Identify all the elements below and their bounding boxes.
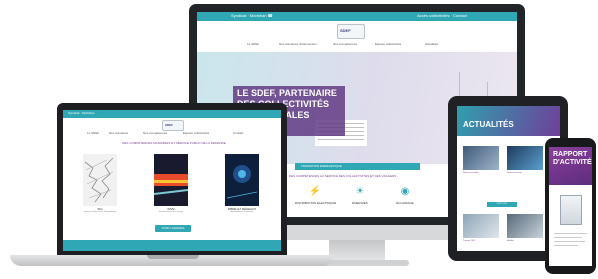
imac-topbar: Syndicat · Morbihan ☎ Accès collectivité… <box>197 12 517 21</box>
card-subtitle: Infrastructures de recharge <box>158 211 183 213</box>
laptop-topbar: Syndicat · Morbihan <box>63 110 281 118</box>
map-card-image[interactable] <box>83 154 117 206</box>
tablet-hero-title: ACTUALITÉS <box>463 120 514 129</box>
banner-label: TRANSITION ENERGETIQUE <box>301 164 342 168</box>
news-thumb[interactable] <box>463 146 499 170</box>
agenda-button-label: VOIR L'AGENDA <box>161 226 185 230</box>
nav-item[interactable]: Nos compétences <box>333 42 357 46</box>
nav-item[interactable]: Actualités <box>425 42 438 46</box>
laptop-footer <box>63 240 281 251</box>
tablet-hero: ACTUALITÉS <box>457 106 560 136</box>
bolt-icon: ⚡ <box>308 186 322 197</box>
nav-item[interactable]: Nos domaines <box>109 131 128 135</box>
imac-topbar-right[interactable]: Accès collectivités · Contact <box>417 13 467 18</box>
news-caption: Réunion annuelle <box>463 172 479 174</box>
nav-item[interactable]: Contact <box>233 131 243 135</box>
text-line <box>554 237 582 238</box>
news-caption: Mobilité <box>507 240 514 242</box>
news-caption: Travaux 2019 <box>463 240 476 242</box>
feature-eclairage[interactable]: ◉ ÉCLAIRAGE <box>385 186 425 210</box>
lamp-icon: ◉ <box>400 186 410 197</box>
tablet-see-all-button[interactable]: VOIR TOUT <box>487 202 517 207</box>
imac-topbar-left: Syndicat · Morbihan ☎ <box>231 13 273 18</box>
laptop-nav: Le SDEF Nos domaines Nos compétences Esp… <box>83 131 263 136</box>
nav-item[interactable]: Nos compétences <box>143 131 167 135</box>
text-line <box>554 245 578 246</box>
news-caption: Nouveau contrat <box>507 172 522 174</box>
laptop-notch <box>147 255 199 259</box>
card-subtitle: Aménagement numérique <box>230 211 254 213</box>
feature-label: ÉCLAIRAGE <box>396 201 414 205</box>
feature-distribution[interactable]: ⚡ DISTRIBUTION ÉLECTRIQUE <box>295 186 337 210</box>
sdef-logo[interactable]: SDEF <box>337 24 365 39</box>
card-subtitle: Système d'Information Géographique <box>83 211 117 213</box>
sdef-logo[interactable]: SDEF <box>162 120 184 131</box>
thermal-card-image[interactable] <box>154 154 188 206</box>
phone-screen: RAPPORT D'ACTIVITÉ <box>549 147 592 266</box>
agenda-button[interactable]: VOIR L'AGENDA <box>155 225 191 232</box>
imac-stand <box>329 240 385 262</box>
nav-item[interactable]: Espace collectivités <box>375 42 401 46</box>
nav-item[interactable]: Le SDEF <box>87 131 99 135</box>
text-line <box>554 241 585 242</box>
news-thumb[interactable] <box>507 146 543 170</box>
sun-icon: ☀ <box>355 186 365 197</box>
nav-item[interactable]: Nos domaines d'intervention <box>279 42 317 46</box>
news-thumb[interactable] <box>507 214 543 238</box>
feature-label: DISTRIBUTION ÉLECTRIQUE <box>295 201 337 205</box>
network-card-image[interactable] <box>225 154 259 206</box>
imac-nav: Le SDEF Nos domaines d'intervention Nos … <box>227 42 487 47</box>
tablet-button-label: VOIR TOUT <box>496 203 508 205</box>
report-cover-image[interactable] <box>560 195 582 225</box>
text-line <box>554 233 587 234</box>
transition-banner[interactable]: TRANSITION ENERGETIQUE <box>295 163 420 170</box>
phone-hero-title: RAPPORT D'ACTIVITÉ <box>553 151 592 166</box>
section-heading: DES COMPÉTENCES MANIABLES ET SERVICE PUB… <box>122 141 226 145</box>
feature-energies[interactable]: ☀ ÉNERGIES <box>340 186 380 210</box>
news-thumb[interactable] <box>463 214 499 238</box>
feature-label: ÉNERGIES <box>352 201 368 205</box>
logo-text: SDEF <box>165 123 174 127</box>
logo-text: SDEF <box>340 28 351 33</box>
nav-item[interactable]: Le SDEF <box>247 42 259 46</box>
laptop-screen: Syndicat · Morbihan SDEF Le SDEF Nos dom… <box>63 110 281 251</box>
nav-item[interactable]: Espace collectivités <box>183 131 209 135</box>
section-subtitle: DES COMPÉTENCES AU SERVICE DES COLLECTIV… <box>289 174 397 178</box>
laptop-topbar-text: Syndicat · Morbihan <box>68 111 95 115</box>
phone-hero: RAPPORT D'ACTIVITÉ <box>549 147 592 185</box>
